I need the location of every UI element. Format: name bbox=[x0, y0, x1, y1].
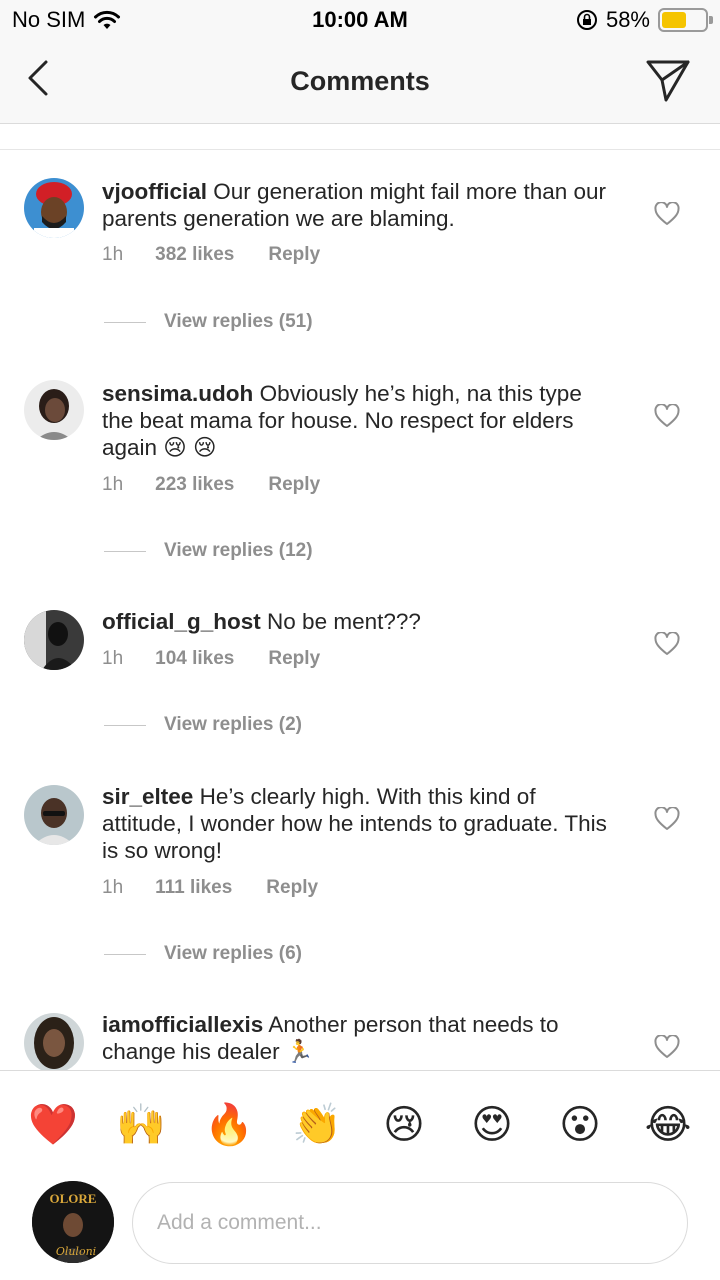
view-replies-label: View replies (2) bbox=[164, 714, 302, 735]
comment-input[interactable] bbox=[132, 1182, 688, 1264]
comment-content: No be ment??? bbox=[267, 609, 421, 634]
avatar[interactable] bbox=[24, 178, 84, 238]
chevron-left-icon bbox=[28, 60, 48, 96]
comment-meta: 1h 223 likes Reply bbox=[102, 474, 320, 496]
emoji-heart-eyes[interactable]: 😍 bbox=[468, 1101, 516, 1149]
comment-text: official_g_host No be ment??? bbox=[102, 608, 612, 635]
view-replies-button[interactable]: View replies (6) bbox=[104, 943, 302, 965]
comment-likes[interactable]: 111 likes bbox=[155, 877, 232, 899]
replies-dash bbox=[104, 321, 146, 323]
replies-dash bbox=[104, 953, 146, 955]
comment-username[interactable]: official_g_host bbox=[102, 609, 261, 634]
battery-percentage: 58% bbox=[605, 7, 650, 32]
reply-button[interactable]: Reply bbox=[268, 474, 320, 496]
comment-text: sensima.udoh Obviously he’s high, na thi… bbox=[102, 380, 612, 461]
like-button[interactable] bbox=[654, 1034, 680, 1059]
comment-likes[interactable]: 104 likes bbox=[155, 648, 234, 670]
heart-icon bbox=[654, 201, 680, 225]
comment-text: sir_eltee He’s clearly high. With this k… bbox=[102, 783, 612, 864]
view-replies-button[interactable]: View replies (2) bbox=[104, 714, 302, 736]
status-bar: No SIM 10:00 AM 58% bbox=[0, 0, 720, 40]
svg-text:Oluloni: Oluloni bbox=[56, 1245, 96, 1258]
avatar[interactable] bbox=[24, 380, 84, 440]
my-avatar[interactable]: OLORE Oluloni bbox=[32, 1181, 114, 1263]
reply-button[interactable]: Reply bbox=[266, 877, 318, 899]
page-title: Comments bbox=[290, 66, 430, 96]
comment-text: iamofficiallexis Another person that nee… bbox=[102, 1011, 612, 1065]
replies-dash bbox=[104, 724, 146, 726]
emoji-clapping-hands[interactable]: 👏 bbox=[292, 1101, 342, 1149]
like-button[interactable] bbox=[654, 631, 680, 656]
avatar[interactable] bbox=[24, 1013, 84, 1070]
view-replies-label: View replies (51) bbox=[164, 311, 313, 332]
emoji-red-heart[interactable]: ❤️ bbox=[28, 1101, 78, 1149]
like-button[interactable] bbox=[654, 403, 680, 428]
status-right: 58% bbox=[576, 7, 713, 33]
comment-likes[interactable]: 223 likes bbox=[155, 474, 234, 496]
header: Comments bbox=[0, 40, 720, 124]
heart-icon bbox=[654, 806, 680, 830]
comments-list[interactable]: vjoofficial Our generation might fail mo… bbox=[0, 150, 720, 1070]
heart-icon bbox=[654, 1034, 680, 1058]
view-replies-button[interactable]: View replies (51) bbox=[104, 311, 313, 333]
heart-icon bbox=[654, 631, 680, 655]
comment-username[interactable]: sir_eltee bbox=[102, 784, 193, 809]
back-button[interactable] bbox=[20, 58, 60, 98]
like-button[interactable] bbox=[654, 806, 680, 831]
comment-username[interactable]: iamofficiallexis bbox=[102, 1012, 263, 1037]
orientation-lock-icon bbox=[576, 10, 597, 30]
comment-text: vjoofficial Our generation might fail mo… bbox=[102, 178, 612, 232]
comment-meta: 1h 111 likes Reply bbox=[102, 877, 318, 899]
comment-meta: 1h 382 likes Reply bbox=[102, 244, 320, 266]
paper-plane-icon bbox=[646, 60, 690, 102]
heart-icon bbox=[654, 403, 680, 427]
replies-dash bbox=[104, 550, 146, 552]
comment-username[interactable]: vjoofficial bbox=[102, 179, 207, 204]
comment-time: 1h bbox=[102, 244, 124, 265]
emoji-fire[interactable]: 🔥 bbox=[204, 1101, 254, 1149]
comment-time: 1h bbox=[102, 877, 124, 898]
avatar[interactable] bbox=[24, 785, 84, 845]
comment-composer: OLORE Oluloni bbox=[0, 1176, 720, 1280]
view-replies-label: View replies (12) bbox=[164, 540, 313, 561]
battery-icon bbox=[658, 8, 713, 32]
comment-time: 1h bbox=[102, 648, 124, 669]
battery-level-fill bbox=[662, 12, 687, 28]
share-button[interactable] bbox=[644, 56, 692, 104]
reply-button[interactable]: Reply bbox=[268, 648, 320, 670]
emoji-crying-face[interactable]: 😢 bbox=[380, 1101, 428, 1149]
avatar[interactable] bbox=[24, 610, 84, 670]
emoji-raising-hands[interactable]: 🙌 bbox=[116, 1101, 166, 1149]
svg-text:OLORE: OLORE bbox=[50, 1191, 97, 1206]
comment-meta: 1h 104 likes Reply bbox=[102, 648, 320, 670]
view-replies-button[interactable]: View replies (12) bbox=[104, 540, 313, 562]
emoji-tears-of-joy[interactable]: 😂 bbox=[644, 1101, 692, 1149]
comment-likes[interactable]: 382 likes bbox=[155, 244, 234, 266]
comment-time: 1h bbox=[102, 474, 124, 495]
emoji-bar: ❤️ 🙌 🔥 👏 😢 😍 😮 😂 bbox=[0, 1070, 720, 1176]
view-replies-label: View replies (6) bbox=[164, 943, 302, 964]
emoji-surprised-face[interactable]: 😮 bbox=[556, 1101, 604, 1149]
like-button[interactable] bbox=[654, 201, 680, 226]
reply-button[interactable]: Reply bbox=[268, 244, 320, 266]
comment-username[interactable]: sensima.udoh bbox=[102, 381, 253, 406]
